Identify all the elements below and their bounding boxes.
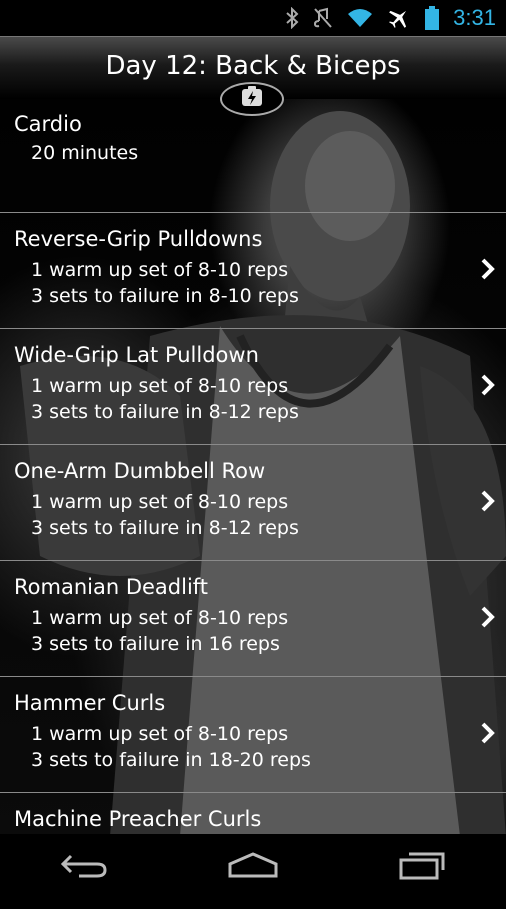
flash-icon: [240, 86, 264, 112]
battery-icon: [425, 6, 440, 30]
exercise-detail: 3 sets to failure in 8-10 reps: [31, 285, 299, 307]
exercise-detail: 3 sets to failure in 16 reps: [31, 633, 280, 655]
mute-icon: [313, 7, 333, 29]
exercise-name: Wide-Grip Lat Pulldown: [14, 343, 259, 367]
exercise-name: Machine Preacher Curls: [14, 807, 262, 831]
wifi-icon: [347, 7, 373, 29]
exercise-detail: 1 warm up set of 8-10 reps: [31, 375, 289, 397]
exercise-name: Cardio: [14, 112, 82, 136]
back-icon[interactable]: [59, 850, 109, 884]
chevron-right-icon[interactable]: [480, 489, 496, 517]
airplane-icon: [387, 7, 411, 29]
recent-apps-icon[interactable]: [397, 850, 447, 884]
list-item[interactable]: Wide-Grip Lat Pulldown 1 warm up set of …: [0, 329, 506, 445]
list-item[interactable]: Reverse-Grip Pulldowns 1 warm up set of …: [0, 213, 506, 329]
navigation-bar: [0, 834, 506, 900]
exercise-detail: 1 warm up set of 8-10 reps: [31, 259, 289, 281]
exercise-name: One-Arm Dumbbell Row: [14, 459, 266, 483]
bluetooth-icon: [285, 7, 299, 29]
exercise-detail: 3 sets to failure in 18-20 reps: [31, 749, 311, 771]
chevron-right-icon[interactable]: [480, 373, 496, 401]
home-icon[interactable]: [226, 850, 280, 884]
exercise-list: Cardio 20 minutes Reverse-Grip Pulldowns…: [0, 98, 506, 909]
chevron-right-icon[interactable]: [480, 257, 496, 285]
exercise-detail: 1 warm up set of 8-10 reps: [31, 723, 289, 745]
exercise-name: Reverse-Grip Pulldowns: [14, 227, 263, 251]
page-title: Day 12: Back & Biceps: [105, 51, 401, 81]
exercise-detail: 1 warm up set of 8-10 reps: [31, 607, 289, 629]
status-bar: 3:31: [0, 0, 506, 36]
list-item[interactable]: One-Arm Dumbbell Row 1 warm up set of 8-…: [0, 445, 506, 561]
exercise-detail: 3 sets to failure in 8-12 reps: [31, 517, 299, 539]
list-item[interactable]: Hammer Curls 1 warm up set of 8-10 reps …: [0, 677, 506, 793]
exercise-name: Romanian Deadlift: [14, 575, 209, 599]
exercise-detail: 1 warm up set of 8-10 reps: [31, 491, 289, 513]
flash-badge[interactable]: [220, 82, 284, 116]
exercise-detail: 20 minutes: [31, 142, 139, 164]
exercise-name: Hammer Curls: [14, 691, 166, 715]
chevron-right-icon[interactable]: [480, 721, 496, 749]
status-time: 3:31: [453, 5, 496, 30]
list-item[interactable]: Romanian Deadlift 1 warm up set of 8-10 …: [0, 561, 506, 677]
chevron-right-icon[interactable]: [480, 605, 496, 633]
exercise-detail: 3 sets to failure in 8-12 reps: [31, 401, 299, 423]
